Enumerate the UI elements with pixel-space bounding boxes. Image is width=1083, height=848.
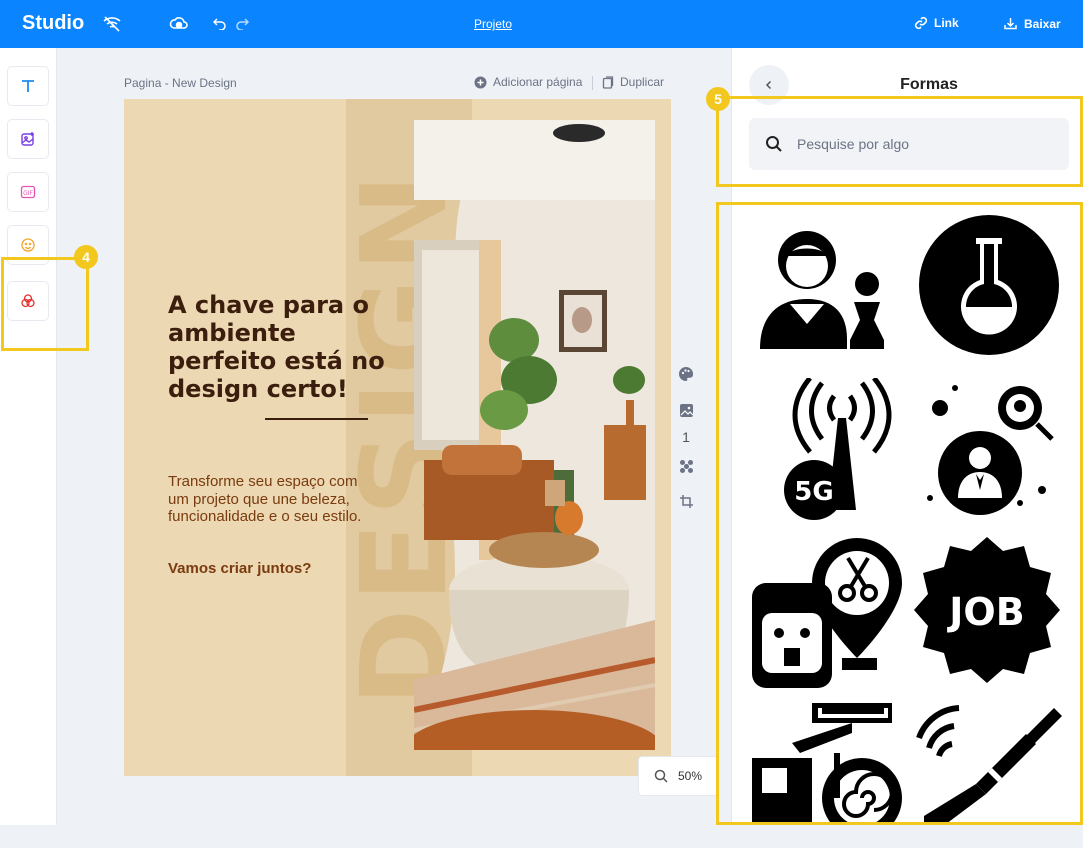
link-button[interactable]: Link bbox=[914, 16, 959, 30]
divider bbox=[592, 76, 593, 90]
step-badge-4: 4 bbox=[74, 245, 98, 269]
copy-icon bbox=[602, 75, 614, 89]
layout-grid-icon[interactable] bbox=[676, 459, 696, 474]
text-icon bbox=[22, 80, 34, 92]
gif-icon: GIF bbox=[20, 185, 36, 199]
emoji-icon bbox=[21, 238, 35, 252]
left-sidebar: GIF bbox=[0, 48, 57, 825]
living-room-image bbox=[414, 120, 655, 750]
cta-text[interactable]: Vamos criar juntos? bbox=[168, 560, 311, 577]
project-title-link[interactable]: Projeto bbox=[474, 17, 512, 31]
headline-text[interactable]: A chave para o ambiente perfeito está no… bbox=[168, 291, 388, 403]
duplicate-label: Duplicar bbox=[620, 75, 665, 89]
plus-circle-icon bbox=[474, 76, 487, 88]
sidebar-item-gif[interactable]: GIF bbox=[7, 172, 49, 212]
svg-text:GIF: GIF bbox=[23, 190, 33, 197]
body-text[interactable]: Transforme seu espaço com um projeto que… bbox=[168, 473, 378, 526]
download-label: Baixar bbox=[1024, 16, 1061, 31]
page-number: 1 bbox=[682, 429, 690, 445]
step-badge-5: 5 bbox=[706, 87, 730, 111]
add-page-label: Adicionar página bbox=[493, 75, 583, 89]
zoom-control[interactable]: 50% bbox=[638, 756, 718, 796]
top-bar: Studio Projeto Link Baixar bbox=[0, 0, 1083, 48]
headline-underline bbox=[265, 418, 368, 420]
highlight-box-5-search bbox=[716, 96, 1083, 187]
panel-title: Formas bbox=[900, 76, 958, 93]
sidebar-item-text[interactable] bbox=[7, 66, 49, 106]
crop-icon[interactable] bbox=[676, 494, 696, 509]
page-label: Pagina - New Design bbox=[124, 76, 237, 90]
app-logo: Studio bbox=[22, 12, 85, 34]
interior-photo[interactable] bbox=[414, 120, 655, 750]
download-button[interactable]: Baixar bbox=[1003, 16, 1061, 31]
background-image-icon[interactable] bbox=[676, 403, 696, 418]
sidebar-item-image[interactable] bbox=[7, 119, 49, 159]
undo-icon[interactable] bbox=[213, 16, 227, 30]
no-wifi-icon[interactable] bbox=[102, 14, 122, 34]
highlight-box-4 bbox=[1, 257, 89, 351]
page-toolbar: Pagina - New Design Adicionar página Dup… bbox=[124, 75, 666, 90]
redo-icon[interactable] bbox=[235, 16, 249, 30]
cloud-sync-icon[interactable] bbox=[169, 14, 189, 34]
palette-icon[interactable] bbox=[676, 366, 696, 382]
link-label: Link bbox=[934, 16, 959, 30]
download-icon bbox=[1004, 18, 1017, 30]
image-add-icon bbox=[21, 132, 34, 146]
design-canvas[interactable]: DESIGN A chave para o ambiente perfeito … bbox=[124, 99, 671, 776]
duplicate-button[interactable]: Duplicar bbox=[602, 75, 664, 89]
link-icon bbox=[914, 16, 928, 30]
zoom-icon bbox=[654, 769, 668, 783]
highlight-box-5-shapes bbox=[716, 202, 1083, 825]
add-page-button[interactable]: Adicionar página bbox=[474, 75, 582, 89]
zoom-value: 50% bbox=[677, 769, 703, 783]
